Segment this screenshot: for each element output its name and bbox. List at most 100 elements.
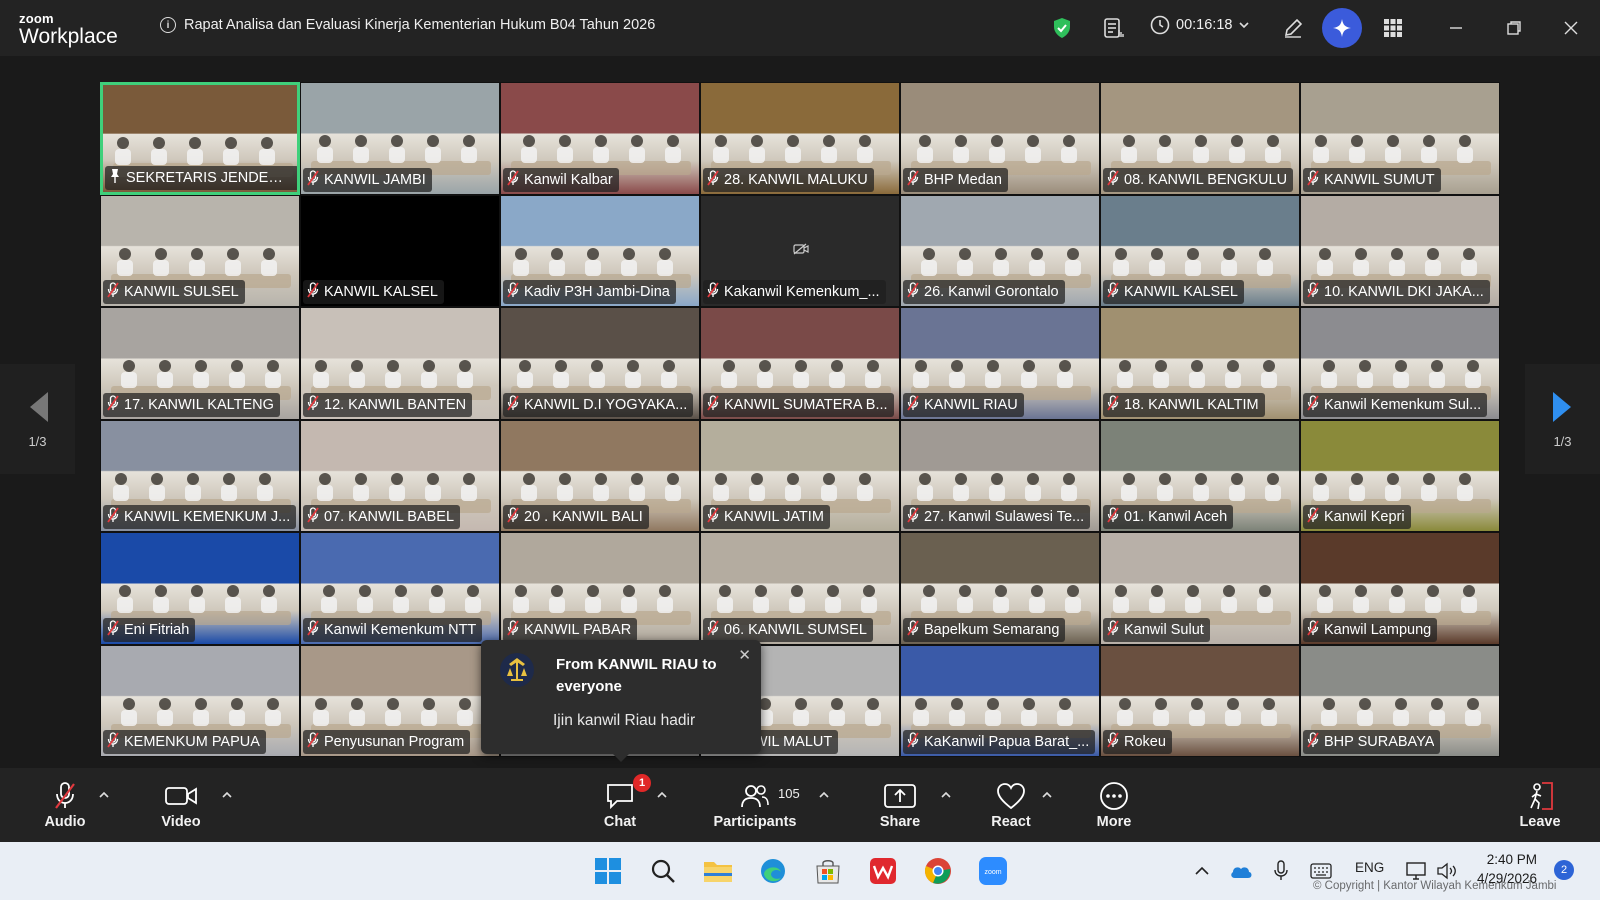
participant-tile[interactable]: 27. Kanwil Sulawesi Te...: [900, 419, 1100, 532]
file-explorer-icon[interactable]: [701, 854, 735, 888]
participant-tile[interactable]: Eni Fitriah: [100, 532, 300, 645]
participant-name-label: 10. KANWIL DKI JAKA...: [1303, 280, 1490, 304]
mic-muted-icon: [507, 619, 519, 640]
participant-tile[interactable]: KANWIL JAMBI: [300, 82, 500, 195]
participant-tile[interactable]: 17. KANWIL KALTENG: [100, 307, 300, 420]
participant-name: 17. KANWIL KALTENG: [124, 396, 274, 413]
share-options-caret-icon[interactable]: [939, 788, 953, 802]
security-shield-icon[interactable]: [1048, 14, 1076, 42]
leave-door-icon: [1525, 780, 1555, 812]
participant-tile[interactable]: 01. Kanwil Aceh: [1100, 419, 1300, 532]
gallery-prev-button[interactable]: 1/3: [0, 364, 75, 474]
participant-tile[interactable]: Kanwil Kepri: [1300, 419, 1500, 532]
participant-tile[interactable]: KANWIL JATIM: [700, 419, 900, 532]
share-button[interactable]: Share: [855, 780, 945, 830]
participant-tile[interactable]: Kanwil Lampung: [1300, 532, 1500, 645]
captions-icon[interactable]: [1099, 14, 1127, 42]
participant-tile[interactable]: SEKRETARIS JENDERAL: [100, 82, 300, 195]
chat-notification-popup[interactable]: From KANWIL RIAU to everyone Ijin kanwil…: [481, 640, 761, 762]
participant-tile[interactable]: KANWIL KEMENKUM J...: [100, 419, 300, 532]
participant-tile[interactable]: Kakanwil Kemenkum_...: [700, 194, 900, 307]
apps-grid-icon[interactable]: [1379, 14, 1407, 42]
chat-button[interactable]: 1 Chat: [575, 774, 665, 830]
participant-tile[interactable]: Penyusunan Program: [300, 644, 500, 757]
windows-start-icon[interactable]: [591, 854, 625, 888]
participant-tile[interactable]: KEMENKUM PAPUA: [100, 644, 300, 757]
wps-office-icon[interactable]: [866, 854, 900, 888]
participant-name-label: Kadiv P3H Jambi-Dina: [503, 280, 676, 304]
annotate-pencil-icon[interactable]: [1279, 14, 1307, 42]
participant-tile[interactable]: 08. KANWIL BENGKULU: [1100, 82, 1300, 195]
participant-tile[interactable]: 12. KANWIL BANTEN: [300, 307, 500, 420]
participant-tile[interactable]: KaKanwil Papua Barat_...: [900, 644, 1100, 757]
participants-button[interactable]: 105 Participants: [710, 780, 800, 830]
participant-tile[interactable]: Kanwil Kalbar: [500, 82, 700, 195]
restore-icon[interactable]: [1500, 14, 1528, 42]
edge-browser-icon[interactable]: [756, 854, 790, 888]
participant-tile[interactable]: Kadiv P3H Jambi-Dina: [500, 194, 700, 307]
participants-options-caret-icon[interactable]: [817, 788, 831, 802]
minimize-icon[interactable]: [1442, 14, 1470, 42]
leave-button[interactable]: Leave: [1495, 780, 1585, 830]
participant-name: 28. KANWIL MALUKU: [724, 171, 868, 188]
participant-tile[interactable]: BHP Medan: [900, 82, 1100, 195]
react-options-caret-icon[interactable]: [1040, 788, 1054, 802]
participant-tile[interactable]: 28. KANWIL MALUKU: [700, 82, 900, 195]
participant-name: Rokeu: [1124, 734, 1166, 750]
mic-muted-icon: [907, 619, 919, 640]
more-button[interactable]: More: [1069, 780, 1159, 830]
info-icon[interactable]: i: [160, 17, 176, 33]
participant-tile[interactable]: KANWIL PABAR: [500, 532, 700, 645]
onedrive-cloud-icon[interactable]: [1224, 854, 1258, 888]
chevron-up-icon[interactable]: [1185, 854, 1219, 888]
participant-name: Kanwil Lampung: [1324, 621, 1432, 638]
participant-tile[interactable]: 26. Kanwil Gorontalo: [900, 194, 1100, 307]
participant-tile[interactable]: 20 . KANWIL BALI: [500, 419, 700, 532]
participant-tile[interactable]: KANWIL KALSEL: [300, 194, 500, 307]
chat-options-caret-icon[interactable]: [655, 788, 669, 802]
participant-tile[interactable]: 18. KANWIL KALTIM: [1100, 307, 1300, 420]
meeting-timer[interactable]: 00:16:18: [1150, 15, 1250, 35]
participant-name: Eni Fitriah: [124, 621, 190, 638]
participant-tile[interactable]: 10. KANWIL DKI JAKA...: [1300, 194, 1500, 307]
microphone-icon[interactable]: [1264, 854, 1298, 888]
meeting-info[interactable]: i Rapat Analisa dan Evaluasi Kinerja Kem…: [160, 17, 655, 33]
notification-badge[interactable]: 2: [1554, 860, 1574, 880]
audio-options-caret-icon[interactable]: [97, 788, 111, 802]
participant-tile[interactable]: KANWIL SULSEL: [100, 194, 300, 307]
participant-tile[interactable]: Kanwil Kemenkum Sul...: [1300, 307, 1500, 420]
participant-name-label: Kanwil Sulut: [1103, 617, 1210, 642]
zoom-app-icon[interactable]: zoom: [976, 854, 1010, 888]
participant-tile[interactable]: BHP SURABAYA: [1300, 644, 1500, 757]
video-options-caret-icon[interactable]: [220, 788, 234, 802]
participant-tile[interactable]: KANWIL RIAU: [900, 307, 1100, 420]
chrome-browser-icon[interactable]: [921, 854, 955, 888]
participant-tile[interactable]: KANWIL SUMATERA B...: [700, 307, 900, 420]
close-popup-icon[interactable]: ✕: [738, 646, 751, 664]
participant-name: KEMENKUM PAPUA: [124, 734, 260, 750]
search-icon[interactable]: [646, 854, 680, 888]
participant-tile[interactable]: KANWIL D.I YOGYAKA...: [500, 307, 700, 420]
ai-companion-button[interactable]: [1322, 8, 1362, 48]
participant-tile[interactable]: 07. KANWIL BABEL: [300, 419, 500, 532]
participant-name-label: KaKanwil Papua Barat_...: [903, 730, 1096, 754]
participant-tile[interactable]: Kanwil Sulut: [1100, 532, 1300, 645]
gallery-next-button[interactable]: 1/3: [1525, 364, 1600, 474]
participant-tile[interactable]: KANWIL KALSEL: [1100, 194, 1300, 307]
language-indicator[interactable]: ENG: [1355, 860, 1384, 875]
mic-muted-icon: [507, 394, 519, 415]
video-button[interactable]: Video: [136, 780, 226, 830]
chat-unread-badge: 1: [633, 774, 651, 792]
participant-tile[interactable]: 06. KANWIL SUMSEL: [700, 532, 900, 645]
participant-tile[interactable]: Rokeu: [1100, 644, 1300, 757]
participant-tile[interactable]: Bapelkum Semarang: [900, 532, 1100, 645]
participant-tile[interactable]: KANWIL SUMUT: [1300, 82, 1500, 195]
participant-name: Kanwil Kalbar: [524, 171, 613, 188]
participant-name: KANWIL JAMBI: [324, 171, 426, 188]
mic-muted-icon: [307, 169, 319, 190]
participant-name-label: Kanwil Lampung: [1303, 617, 1438, 642]
mic-muted-icon: [707, 619, 719, 640]
close-icon[interactable]: [1557, 14, 1585, 42]
microsoft-store-icon[interactable]: [811, 854, 845, 888]
participant-tile[interactable]: Kanwil Kemenkum NTT: [300, 532, 500, 645]
